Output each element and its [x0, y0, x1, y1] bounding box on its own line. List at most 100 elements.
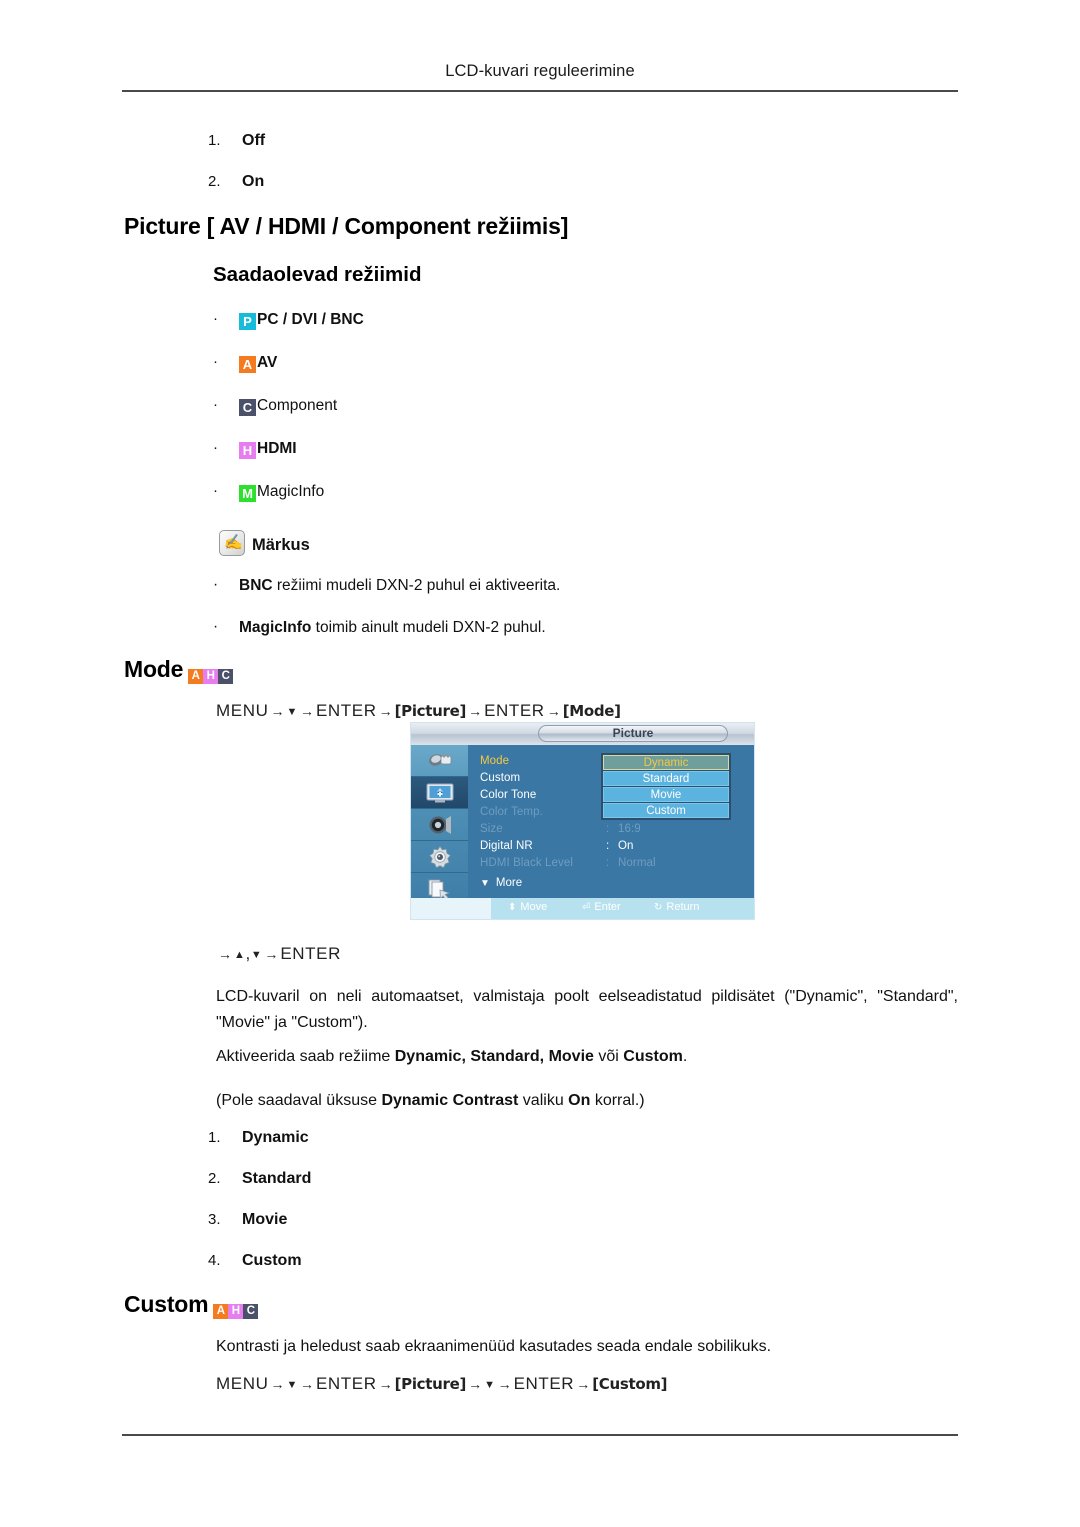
paragraph-bold-custom: Custom [623, 1048, 683, 1065]
list-item-pc-dvi-bnc: · P PC / DVI / BNC [213, 310, 364, 330]
breadcrumb-key-picture: [Picture] [394, 1375, 467, 1393]
list-item-label: PC / DVI / BNC [257, 311, 364, 328]
paragraph-bold-on: On [568, 1092, 591, 1109]
osd-sound-icon[interactable] [411, 809, 468, 841]
breadcrumb-arrow: → [378, 703, 393, 719]
osd-hint-label: Return [666, 901, 700, 913]
osd-more-button[interactable]: ▼ More [480, 877, 522, 889]
badge-av-icon: A [213, 1304, 229, 1319]
bullet-dot: · [213, 576, 219, 593]
osd-option-standard[interactable]: Standard [603, 771, 729, 786]
input-source-icon [428, 753, 451, 766]
breadcrumb-key-picture: [Picture] [394, 702, 467, 720]
bullet-dot: · [213, 618, 219, 635]
list-label: Off [242, 132, 266, 149]
badge-av-icon: A [188, 669, 204, 684]
badge-component-icon: C [239, 399, 256, 416]
footer-rule [122, 1434, 958, 1436]
breadcrumb-arrow: → [576, 1376, 591, 1392]
osd-option-custom[interactable]: Custom [603, 803, 729, 818]
picture-monitor-icon [426, 783, 453, 802]
osd-row-label: Color Tone [480, 789, 537, 801]
list-item-magicinfo: · M MagicInfo [213, 482, 324, 502]
breadcrumb-arrow: → [546, 703, 561, 719]
chevron-down-icon: ▼ [480, 878, 490, 889]
osd-picture-icon[interactable] [411, 777, 468, 809]
list-item: 2. Standard [208, 1170, 311, 1188]
paragraph-text: (Pole saadaval üksuse [216, 1092, 382, 1109]
osd-option-dynamic[interactable]: Dynamic [603, 755, 729, 770]
osd-input-source-icon[interactable] [411, 745, 468, 777]
paragraph-text: Kontrasti ja heledust saab ekraanimenüüd… [216, 1338, 772, 1355]
chevron-down-icon: ▼ [286, 706, 298, 718]
list-label: On [242, 173, 265, 190]
osd-menu-screenshot: Picture Mode Custom Color Tone Color Tem… [410, 722, 755, 920]
paragraph-bold-modes: Dynamic, Standard, Movie [394, 1048, 594, 1065]
breadcrumb-enter: ENTER [484, 701, 545, 720]
breadcrumb-enter: ENTER [315, 701, 377, 720]
list-label: Standard [242, 1170, 312, 1187]
paragraph-presets: LCD-kuvaril on neli automaatset, valmist… [216, 984, 958, 1036]
paragraph-text: . [682, 1048, 688, 1065]
osd-row-value: Normal [618, 857, 656, 869]
list-item: 1. Dynamic [208, 1129, 309, 1147]
breadcrumb-enter-keys: → ▲,▼ → ENTER [216, 944, 341, 964]
list-item: 2. On [208, 173, 264, 191]
bullet-dot: · [213, 396, 218, 413]
note-item-bold: MagicInfo [239, 619, 312, 636]
chevron-down-icon: ▼ [286, 1379, 298, 1391]
list-label: Dynamic [242, 1129, 309, 1146]
osd-option-movie[interactable]: Movie [603, 787, 729, 802]
osd-hint-tab [411, 898, 491, 919]
list-number: 2. [208, 173, 221, 190]
osd-row-label: Mode [480, 755, 510, 767]
paragraph-custom: Kontrasti ja heledust saab ekraanimenüüd… [216, 1334, 958, 1360]
note-pen-icon: ✍ [219, 530, 245, 556]
osd-body: Mode : Custom Color Tone : Color Temp. S… [468, 745, 754, 900]
breadcrumb-menu: MENU [216, 701, 269, 720]
list-item-label: AV [257, 354, 278, 371]
breadcrumb-arrow: → [299, 1376, 314, 1392]
osd-row-label: Color Temp. [480, 806, 543, 818]
badge-hdmi-icon: H [203, 669, 219, 684]
paragraph-bold-dc: Dynamic Contrast [381, 1092, 519, 1109]
paragraph-activate: Aktiveerida saab režiime Dynamic, Standa… [216, 1044, 958, 1070]
list-item: 1. Off [208, 132, 265, 150]
enter-key-icon: ⏎ [582, 902, 591, 913]
list-number: 2. [208, 1170, 221, 1187]
sound-speaker-icon [429, 815, 451, 834]
osd-title-label: Picture [612, 726, 654, 740]
osd-hint-enter: ⏎ Enter [582, 901, 621, 913]
section-title-text: Custom [124, 1291, 209, 1317]
list-item-label: Component [257, 397, 338, 414]
osd-sidebar [411, 745, 468, 905]
paragraph-dynamic-contrast: (Pole saadaval üksuse Dynamic Contrast v… [216, 1088, 958, 1114]
badge-magicinfo-icon: M [239, 485, 256, 502]
breadcrumb-arrow: → [497, 1376, 512, 1392]
osd-hint-label: Move [520, 901, 548, 913]
osd-mode-dropdown[interactable]: Dynamic Standard Movie Custom [601, 753, 731, 820]
badge-hdmi-icon: H [228, 1304, 244, 1319]
return-arrow-icon: ↻ [654, 902, 663, 913]
osd-hint-label: Enter [594, 901, 621, 913]
paragraph-text: Aktiveerida saab režiime [216, 1048, 395, 1065]
breadcrumb-arrow: → [299, 703, 314, 719]
badge-pc-icon: P [239, 313, 256, 330]
document-page: LCD-kuvari reguleerimine 1. Off 2. On Pict… [0, 0, 1080, 1527]
osd-row-colon: : [606, 840, 610, 852]
move-arrows-icon: ⬍ [508, 902, 517, 913]
osd-setup-icon[interactable] [411, 841, 468, 873]
list-number: 3. [208, 1211, 221, 1228]
note-item: · BNC režiimi mudeli DXN-2 puhul ei aktiv… [213, 576, 560, 595]
breadcrumb-arrow: → [468, 1376, 483, 1392]
osd-row-value: On [618, 840, 634, 852]
breadcrumb-mode: MENU → ▼ → ENTER → [Picture] → ENTER → [Mode] [216, 701, 621, 721]
bullet-dot: · [213, 310, 218, 327]
osd-row-label: Size [480, 823, 503, 835]
osd-row-label: Digital NR [480, 840, 533, 852]
list-item-component: · C Component [213, 396, 337, 416]
section-title-custom: Custom A H C [124, 1291, 259, 1319]
badge-component-icon: C [243, 1304, 259, 1319]
chevron-down-icon: ▼ [484, 1379, 496, 1391]
badge-av-icon: A [239, 356, 256, 373]
